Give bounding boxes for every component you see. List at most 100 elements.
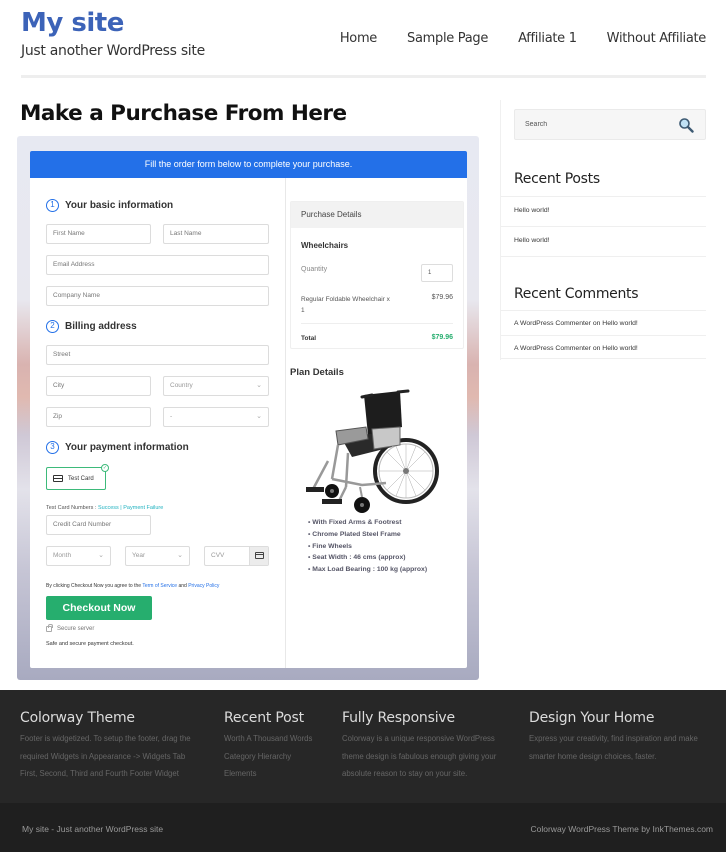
card-number-input[interactable]: Credit Card Number (46, 515, 151, 535)
search-icon[interactable] (678, 117, 694, 133)
footer-col-title: Design Your Home (529, 710, 655, 726)
city-input[interactable]: City (46, 376, 151, 396)
state-value: - (170, 413, 173, 420)
plan-features: With Fixed Arms & Footrest Chrome Plated… (308, 517, 427, 576)
header-divider (21, 75, 706, 78)
footer-text: Express your creativity, find inspiratio… (529, 734, 698, 743)
cvv-placeholder: CVV (211, 552, 225, 559)
footer-post-link[interactable]: Worth A Thousand Words (224, 730, 312, 748)
footer-site-credit: My site - Just another WordPress site (22, 824, 164, 834)
total-value: $79.96 (431, 334, 453, 341)
terms-agreement: By clicking Checkout Now you agree to th… (46, 583, 219, 589)
line-item-name: Regular Foldable Wheelchair x 1 (301, 296, 390, 314)
footer-col-design-home: Design Your Home Express your creativity… (529, 710, 698, 765)
cvv-input[interactable]: CVV (204, 546, 269, 566)
first-name-input[interactable]: First Name (46, 224, 151, 244)
feature-item: Fine Wheels (308, 541, 427, 553)
year-select[interactable]: Year ⌄ (125, 546, 190, 566)
form-banner: Fill the order form below to complete yo… (30, 151, 467, 178)
footer-col-title: Recent Post (224, 710, 304, 726)
checkout-form: Fill the order form below to complete yo… (30, 151, 467, 668)
feature-item: Max Load Bearing : 100 kg (approx) (308, 564, 427, 576)
recent-posts-title: Recent Posts (514, 171, 600, 187)
lock-icon (46, 623, 53, 632)
secure-server: Secure server (46, 623, 95, 632)
step-number-icon: 1 (46, 199, 59, 212)
divider (301, 323, 453, 324)
search-widget (514, 109, 706, 140)
nav-without-affiliate[interactable]: Without Affiliate (607, 31, 707, 46)
footer-theme-credit[interactable]: Colorway WordPress Theme by InkThemes.co… (531, 824, 714, 834)
month-select[interactable]: Month ⌄ (46, 546, 111, 566)
footer-text: theme design is fabulous enough giving y… (342, 751, 497, 761)
footer-post-link[interactable]: Elements (224, 765, 312, 783)
payment-failure-link[interactable]: Payment Failure (123, 505, 163, 511)
year-value: Year (132, 552, 146, 559)
step-label: Billing address (65, 321, 137, 332)
comment-post-link[interactable]: Hello world! (602, 320, 638, 327)
footer-widgets: Colorway Theme Footer is widgetized. To … (0, 690, 726, 803)
payment-method-label: Test Card (68, 475, 94, 482)
comment-author-link[interactable]: A WordPress Commenter (514, 320, 591, 327)
wheelchair-image (306, 389, 439, 513)
quantity-input[interactable]: 1 (421, 264, 453, 282)
agree-text: By clicking Checkout Now you agree to th… (46, 583, 143, 589)
footer-text: Footer is widgetized. To setup the foote… (20, 734, 191, 743)
footer-text: required Widgets in Appearance -> Widget… (20, 751, 186, 761)
last-name-input[interactable]: Last Name (163, 224, 269, 244)
footer-col-title: Fully Responsive (342, 710, 455, 726)
feature-item: With Fixed Arms & Footrest (308, 517, 427, 529)
footer-bottom-bar: My site - Just another WordPress site Co… (0, 803, 726, 852)
recent-post-item: Hello world! (501, 226, 706, 256)
site-title[interactable]: My site (21, 8, 124, 38)
success-link[interactable]: Success (98, 505, 119, 511)
step-billing: 2 Billing address (46, 320, 137, 333)
step-label: Your payment information (65, 442, 189, 453)
line-item-price: $79.96 (431, 294, 453, 301)
chevron-down-icon: ⌄ (256, 413, 262, 420)
total-label: Total (301, 335, 317, 342)
safe-checkout-text: Safe and secure payment checkout. (46, 641, 134, 647)
main-nav: Home Sample Page Affiliate 1 Without Aff… (340, 31, 706, 46)
comment-on: on (590, 345, 603, 352)
recent-comments-title: Recent Comments (514, 286, 639, 302)
nav-home[interactable]: Home (340, 31, 378, 46)
quantity-label: Quantity (301, 266, 328, 273)
recent-post-link[interactable]: Hello world! (514, 237, 550, 244)
recent-comment-item: A WordPress Commenter on Hello world! (501, 310, 706, 336)
test-card-numbers: Test Card Numbers : Success | Payment Fa… (46, 505, 163, 511)
purchase-details-heading: Purchase Details (291, 202, 463, 228)
site-tagline: Just another WordPress site (21, 43, 205, 59)
country-select[interactable]: Country ⌄ (163, 376, 269, 396)
recent-post-link[interactable]: Hello world! (514, 207, 550, 214)
footer-text: absolute reason to stay on your site. (342, 769, 468, 778)
comment-post-link[interactable]: Hello world! (602, 345, 638, 352)
company-input[interactable]: Company Name (46, 286, 269, 306)
footer-col-title: Colorway Theme (20, 710, 135, 726)
chevron-down-icon: ⌄ (98, 552, 104, 559)
payment-method-test-card[interactable]: Test Card ✓ (46, 464, 109, 490)
purchase-details: Purchase Details Wheelchairs Quantity 1 … (290, 201, 464, 349)
search-input[interactable] (525, 110, 675, 139)
footer-text: Colorway is a unique responsive WordPres… (342, 734, 495, 743)
secure-label: Secure server (57, 626, 95, 632)
step-number-icon: 3 (46, 441, 59, 454)
nav-sample-page[interactable]: Sample Page (407, 31, 488, 46)
check-icon: ✓ (101, 464, 109, 472)
country-value: Country (170, 382, 193, 389)
street-input[interactable]: Street (46, 345, 269, 365)
zip-input[interactable]: Zip (46, 407, 151, 427)
product-name: Wheelchairs (301, 241, 349, 250)
email-input[interactable]: Email Address (46, 255, 269, 275)
comment-author-link[interactable]: A WordPress Commenter (514, 345, 591, 352)
privacy-link[interactable]: Privacy Policy (188, 583, 219, 589)
nav-affiliate-1[interactable]: Affiliate 1 (518, 31, 577, 46)
state-select[interactable]: - ⌄ (163, 407, 269, 427)
recent-post-item: Hello world! (501, 196, 706, 226)
terms-link[interactable]: Term of Service (142, 583, 177, 589)
footer-post-link[interactable]: Category Hierarchy (224, 748, 312, 766)
feature-item: Seat Width : 46 cms (approx) (308, 552, 427, 564)
checkout-now-button[interactable]: Checkout Now (46, 596, 152, 620)
column-divider (285, 178, 286, 668)
agree-and: and (177, 583, 189, 589)
